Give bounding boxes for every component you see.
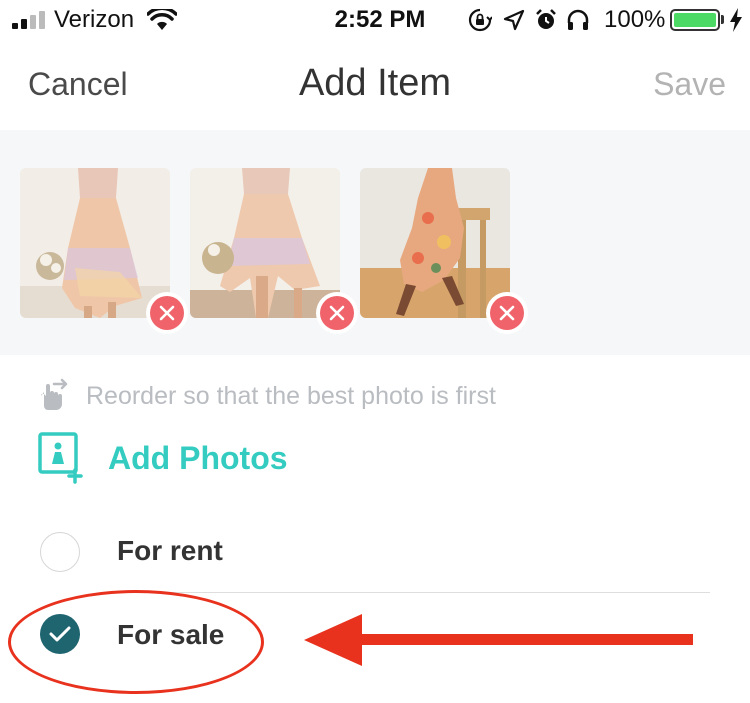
status-bar: Verizon 2:52 PM 100% [0,0,750,40]
remove-photo-2-button[interactable] [316,292,358,334]
alarm-icon [536,9,556,29]
close-icon [490,296,524,330]
orientation-lock-icon [468,8,492,32]
nav-bar: Cancel Add Item Save [0,40,750,130]
add-photo-icon [38,432,83,484]
close-icon [320,296,354,330]
photo-thumbnail-2[interactable] [190,168,340,318]
remove-photo-1-button[interactable] [146,292,188,334]
photo-thumbnail-1[interactable] [20,168,170,318]
charging-icon [730,8,742,32]
photo-strip [0,130,750,355]
battery-percent: 100% [604,6,666,33]
remove-photo-3-button[interactable] [486,292,528,334]
battery-icon [670,9,720,31]
battery-nub [721,15,724,24]
photo-2-image [190,168,340,318]
location-icon [503,9,525,31]
option-label: For rent [117,535,223,566]
reorder-hint-text: Reorder so that the best photo is first [86,382,496,410]
radio-unchecked-icon[interactable] [40,532,80,572]
close-icon [150,296,184,330]
save-button[interactable]: Save [653,66,726,103]
photo-1-image [20,168,170,318]
page-title: Add Item [298,62,452,104]
divider [117,592,710,593]
annotation-arrow-icon [304,614,693,666]
drag-hand-icon [40,378,68,410]
annotation-circle [8,590,264,694]
add-photos-label: Add Photos [108,440,288,476]
add-photos-button[interactable]: Add Photos [38,432,438,488]
option-for-rent[interactable]: For rent [0,512,750,592]
photo-3-image [360,168,510,318]
reorder-hint: Reorder so that the best photo is first [36,376,736,416]
headphones-icon [567,9,589,30]
photo-thumbnail-3[interactable] [360,168,510,318]
